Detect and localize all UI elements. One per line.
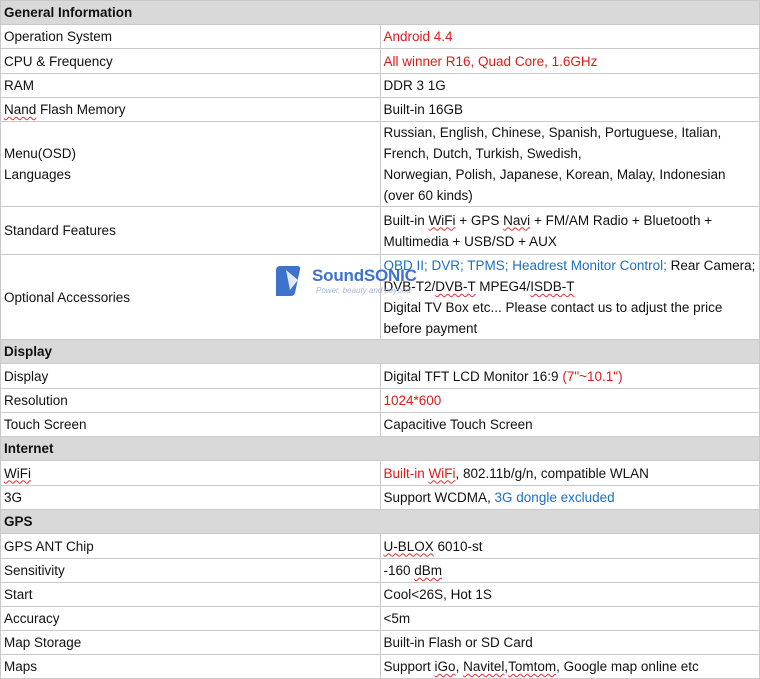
value-part: iGo [434,659,456,674]
value-part: Digital TFT LCD Monitor 16:9 [383,368,563,384]
section-row-display: Display [0,339,760,364]
value-part: , [455,659,464,674]
row-value: Support WCDMA, 3G dongle excluded [379,485,760,510]
row-label: Accuracy [0,606,381,631]
table-row: Optional Accessories OBD II; DVR; TPMS; … [0,254,760,340]
row-value: <5m [379,606,760,631]
table-row: Map Storage Built-in Flash or SD Card [0,630,760,655]
row-value: -160 dBm [379,558,760,583]
table-row: CPU & Frequency All winner R16, Quad Cor… [0,48,760,74]
row-label: Operation System [0,24,381,49]
table-row: Resolution 1024*600 [0,388,760,413]
value-part: + GPS [455,212,504,228]
value-part: ISDB-T [530,279,575,294]
row-value: Support iGo, Navitel,Tomtom, Google map … [379,654,760,679]
label-line: Languages [4,167,71,182]
table-row: Nand Flash Memory Built-in 16GB [0,97,760,122]
row-label: Menu(OSD) Languages [0,121,381,207]
table-row: Accuracy <5m [0,606,760,631]
table-row: GPS ANT Chip U-BLOX 6010-st [0,533,760,559]
table-row: WiFi Built-in WiFi, 802.11b/g/n, compati… [0,460,760,486]
table-row: Maps Support iGo, Navitel,Tomtom, Google… [0,654,760,679]
table-row: Sensitivity -160 dBm [0,558,760,583]
row-value: Built-in WiFi, 802.11b/g/n, compatible W… [379,460,760,486]
row-value: Built-in 16GB [379,97,760,122]
value-part: , Google map online etc [556,659,699,674]
label-line: Menu(OSD) [4,146,77,161]
value-part: (7"~10.1") [562,368,623,384]
value-part: OBD II; DVR; TPMS; Headrest Monitor Cont… [383,258,667,273]
row-label: RAM [0,73,381,98]
value-part: 3G dongle excluded [494,490,615,505]
section-row-internet: Internet [0,436,760,461]
value-part: Support WCDMA, [383,490,495,505]
row-label: CPU & Frequency [0,48,381,74]
section-title: General Information [0,0,760,25]
value-part: Built-in [383,465,429,481]
value-line: OBD II; DVR; TPMS; Headrest Monitor Cont… [383,256,759,298]
row-label: GPS ANT Chip [0,533,381,559]
row-label: Display [0,363,381,389]
value-part: U-BLOX [383,538,434,554]
row-label: Resolution [0,388,381,413]
row-value: Capacitive Touch Screen [379,412,760,437]
row-label: Map Storage [0,630,381,655]
value-line: Digital TV Box etc... Please contact us … [383,300,723,336]
section-title: Internet [0,436,760,461]
table-row: Standard Features Built-in WiFi + GPS Na… [0,206,760,255]
row-value: 1024*600 [379,388,760,413]
row-label: Sensitivity [0,558,381,583]
row-value: Digital TFT LCD Monitor 16:9 (7"~10.1") [379,363,760,389]
value-part: MPEG4/ [475,279,531,294]
table-row: Display Digital TFT LCD Monitor 16:9 (7"… [0,363,760,389]
value-line: Norwegian, Polish, Japanese, Korean, Mal… [383,167,726,203]
table-row: Menu(OSD) Languages Russian, English, Chi… [0,121,760,207]
row-label: Touch Screen [0,412,381,437]
value-part: Navi [503,212,531,228]
row-value: All winner R16, Quad Core, 1.6GHz [379,48,760,74]
row-value: DDR 3 1G [379,73,760,98]
row-value: Built-in WiFi + GPS Navi + FM/AM Radio +… [379,206,760,255]
value-part: WiFi [428,465,456,481]
row-value: U-BLOX 6010-st [379,533,760,559]
row-value: Android 4.4 [379,24,760,49]
label-part: WiFi [4,465,31,481]
section-row-gps: GPS [0,509,760,534]
section-row-general: General Information [0,0,760,25]
row-value: OBD II; DVR; TPMS; Headrest Monitor Cont… [379,254,760,340]
row-value: Built-in Flash or SD Card [379,630,760,655]
section-title: Display [0,339,760,364]
value-part: dBm [414,563,443,578]
value-part: WiFi [428,212,456,228]
row-label: WiFi [0,460,381,486]
value-part: DVB-T [435,279,476,294]
value-part: Tomtom [508,659,557,674]
row-label: 3G [0,485,381,510]
table-row: Touch Screen Capacitive Touch Screen [0,412,760,437]
table-row: Operation System Android 4.4 [0,24,760,49]
section-title: GPS [0,509,760,534]
row-label: Standard Features [0,206,381,255]
value-part: , 802.11b/g/n, compatible WLAN [455,465,649,481]
row-label: Maps [0,654,381,679]
row-label: Optional Accessories [0,254,381,340]
table-row: RAM DDR 3 1G [0,73,760,98]
value-part: Built-in [383,212,429,228]
value-line: Russian, English, Chinese, Spanish, Port… [383,125,722,161]
value-part: Support [383,659,435,674]
row-value: Russian, English, Chinese, Spanish, Port… [379,121,760,207]
value-part: Navitel [463,659,505,674]
value-part: 6010-st [433,538,483,554]
spell-mark: Nand [4,102,37,117]
row-label: Nand Flash Memory [0,97,381,122]
value-part: -160 [383,563,415,578]
label-rest: Flash Memory [36,102,126,117]
table-row: 3G Support WCDMA, 3G dongle excluded [0,485,760,510]
spec-table: General Information Operation System And… [0,0,760,679]
